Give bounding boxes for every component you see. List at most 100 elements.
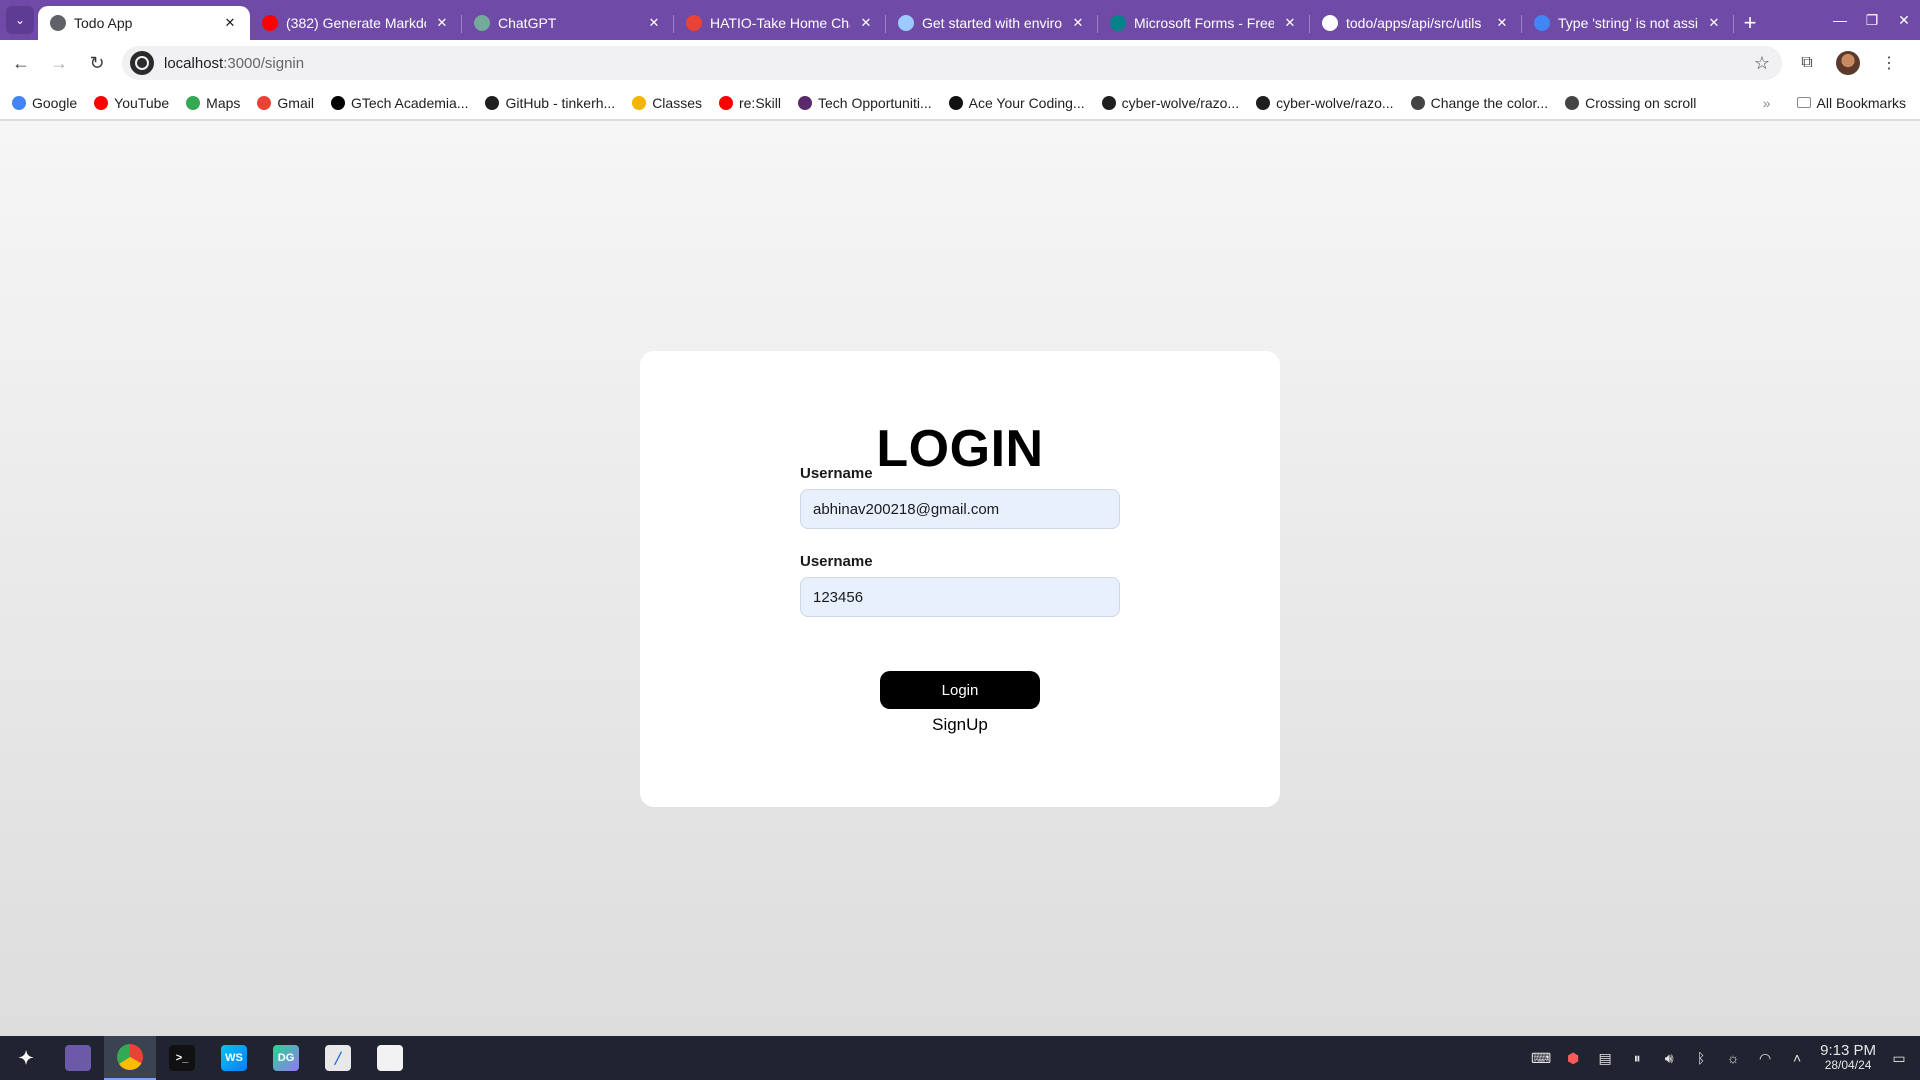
tab-1[interactable]: (382) Generate Markdo ✕ <box>250 6 462 40</box>
tab-6[interactable]: todo/apps/api/src/utils ✕ <box>1310 6 1522 40</box>
close-window-icon[interactable]: ✕ <box>1888 0 1920 40</box>
taskbar-datagrip[interactable]: DG <box>260 1036 312 1080</box>
bookmark-item[interactable]: Ace Your Coding... <box>948 95 1085 111</box>
bookmark-item[interactable]: Maps <box>186 95 240 111</box>
kebab-menu-icon[interactable]: ⋮ <box>1876 50 1902 76</box>
folder-icon <box>1796 97 1811 108</box>
signup-link[interactable]: SignUp <box>640 715 1280 735</box>
bookmark-star-icon[interactable]: ☆ <box>1754 53 1770 74</box>
reload-icon[interactable]: ↻ <box>80 46 114 80</box>
tab-2[interactable]: ChatGPT ✕ <box>462 6 674 40</box>
restore-icon[interactable]: ❐ <box>1856 0 1888 40</box>
bookmark-label: Maps <box>206 94 241 111</box>
tab-list: Todo App ✕ (382) Generate Markdo ✕ ChatGPT ✕ H… <box>38 6 1734 40</box>
bookmark-item[interactable]: re:Skill <box>718 95 781 111</box>
tab-title: ChatGPT <box>498 15 557 31</box>
close-tab-icon[interactable]: ✕ <box>1070 15 1086 31</box>
bookmark-item[interactable]: cyber-wolve/razo... <box>1101 95 1239 111</box>
editor-icon: ╱ <box>325 1045 351 1071</box>
bookmark-label: GTech Academia... <box>350 94 469 111</box>
close-tab-icon[interactable]: ✕ <box>1282 15 1298 31</box>
login-button[interactable]: Login <box>880 671 1040 709</box>
bookmark-item[interactable]: Classes <box>632 95 702 111</box>
close-tab-icon[interactable]: ✕ <box>222 15 238 31</box>
bookmark-item[interactable]: Gmail <box>257 95 314 111</box>
chrome-icon <box>117 1044 143 1070</box>
taskbar-webstorm[interactable]: WS <box>208 1036 260 1080</box>
url-text[interactable]: localhost:3000/signin <box>164 55 304 72</box>
media-pause-icon[interactable]: ⏸ <box>1628 1049 1646 1067</box>
browser-tab-strip: ⌄ Todo App ✕ (382) Generate Markdo ✕ ChatGPT… <box>0 0 1920 40</box>
tab-7[interactable]: Type 'string' is not assi ✕ <box>1522 6 1734 40</box>
tab-4[interactable]: Get started with enviro ✕ <box>886 6 1098 40</box>
username-field[interactable] <box>800 489 1120 529</box>
taskbar-files[interactable] <box>52 1036 104 1080</box>
bookmark-item[interactable]: Change the color... <box>1410 95 1548 111</box>
github-icon <box>1322 15 1338 31</box>
bookmark-item[interactable]: YouTube <box>94 95 169 111</box>
password-field[interactable] <box>800 577 1120 617</box>
wifi-icon[interactable]: ◠ <box>1756 1049 1774 1067</box>
close-tab-icon[interactable]: ✕ <box>1706 15 1722 31</box>
bookmark-item[interactable]: Google <box>12 95 77 111</box>
new-tab-button[interactable]: + <box>1734 6 1766 40</box>
bookmark-item[interactable]: GitHub - tinkerh... <box>485 95 615 111</box>
all-bookmarks-button[interactable]: All Bookmarks <box>1796 95 1906 111</box>
profile-avatar[interactable] <box>1836 51 1860 75</box>
youtube-icon <box>94 95 109 110</box>
close-tab-icon[interactable]: ✕ <box>434 15 450 31</box>
tab-0[interactable]: Todo App ✕ <box>38 6 250 40</box>
clipboard-icon[interactable]: ▤ <box>1596 1049 1614 1067</box>
terminal-icon: >_ <box>169 1045 195 1071</box>
bookmark-label: Classes <box>652 94 702 111</box>
coding-icon <box>948 95 963 110</box>
bookmark-item[interactable]: Tech Opportuniti... <box>798 95 932 111</box>
app-tray-icon[interactable]: ⬢ <box>1564 1049 1582 1067</box>
taskbar-chrome[interactable] <box>104 1036 156 1080</box>
bookmarks-overflow-button[interactable]: » <box>1763 95 1771 111</box>
volume-icon[interactable]: 🔊︎ <box>1660 1049 1678 1067</box>
address-bar[interactable]: localhost:3000/signin ☆ <box>122 46 1782 80</box>
chatgpt-icon <box>1565 95 1580 110</box>
taskbar-terminal[interactable]: >_ <box>156 1036 208 1080</box>
launcher-button[interactable]: ✦ <box>0 1036 52 1080</box>
close-tab-icon[interactable]: ✕ <box>1494 15 1510 31</box>
bookmark-label: cyber-wolve/razo... <box>1276 94 1394 111</box>
clock-time: 9:13 PM <box>1820 1042 1876 1059</box>
github-icon <box>1256 95 1271 110</box>
password-label: Username <box>800 553 873 570</box>
tab-search-button[interactable]: ⌄ <box>6 6 34 34</box>
login-heading: LOGIN <box>876 420 1044 478</box>
close-tab-icon[interactable]: ✕ <box>858 15 874 31</box>
forward-arrow-icon[interactable]: → <box>42 46 76 80</box>
youtube-icon <box>718 95 733 110</box>
back-arrow-icon[interactable]: ← <box>4 46 38 80</box>
os-taskbar: ✦ >_ WS DG ╱ ⌨ ⬢ ▤ ⏸ 🔊︎ ᛒ ☼ ◠ ˄ 9:13 PM … <box>0 1036 1920 1080</box>
show-desktop-icon[interactable]: ▭ <box>1890 1049 1908 1067</box>
extensions-icon[interactable]: ⧉ <box>1794 50 1820 76</box>
bookmark-item[interactable]: Crossing on scroll <box>1565 95 1696 111</box>
file-manager-icon <box>65 1045 91 1071</box>
taskbar-editor[interactable]: ╱ <box>312 1036 364 1080</box>
bookmark-item[interactable]: GTech Academia... <box>330 94 469 111</box>
window-controls: — ❐ ✕ <box>1824 0 1920 40</box>
bookmarks-bar: Google YouTube Maps Gmail GTech Academia... G… <box>0 86 1920 120</box>
tray-expand-icon[interactable]: ˄ <box>1788 1049 1806 1067</box>
taskbar-notes[interactable] <box>364 1036 416 1080</box>
site-info-icon[interactable] <box>130 51 154 75</box>
brightness-icon[interactable]: ☼ <box>1724 1049 1742 1067</box>
tab-3[interactable]: HATIO-Take Home Cha ✕ <box>674 6 886 40</box>
tab-title: Get started with enviro <box>922 15 1062 31</box>
webstorm-icon: WS <box>221 1045 247 1071</box>
minimize-icon[interactable]: — <box>1824 0 1856 40</box>
bluetooth-icon[interactable]: ᛒ <box>1692 1049 1710 1067</box>
keyboard-icon[interactable]: ⌨ <box>1531 1049 1551 1067</box>
tech-icon <box>798 95 812 110</box>
bookmark-item[interactable]: cyber-wolve/razo... <box>1256 94 1394 111</box>
bookmark-label: YouTube <box>114 94 170 111</box>
github-icon <box>1101 95 1116 110</box>
close-tab-icon[interactable]: ✕ <box>646 15 662 31</box>
forms-icon <box>1110 15 1126 31</box>
system-clock[interactable]: 9:13 PM 28/04/24 <box>1820 1043 1876 1073</box>
tab-5[interactable]: Microsoft Forms - Free ✕ <box>1098 6 1310 40</box>
